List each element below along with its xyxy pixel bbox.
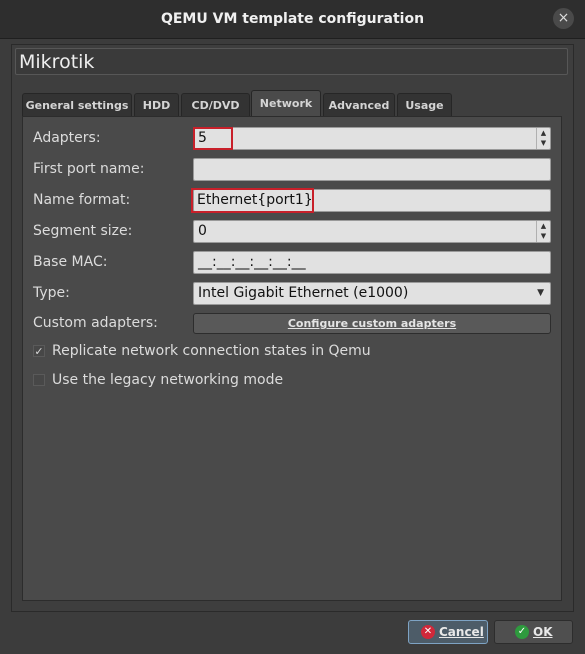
first-port-name-input[interactable] [193,158,551,181]
adapters-label: Adapters: [33,130,101,146]
tab-advanced[interactable]: Advanced [323,93,395,116]
ok-button[interactable]: ✓ OK [494,620,573,644]
cancel-icon: ✕ [421,625,435,639]
close-icon[interactable]: × [553,8,574,29]
legacy-networking-checkbox[interactable] [33,374,45,386]
tab-cd-dvd[interactable]: CD/DVD [181,93,250,116]
template-name-field[interactable]: Mikrotik [15,48,568,75]
type-label: Type: [33,285,70,301]
configure-custom-adapters-button[interactable]: Configure custom adapters [193,313,551,334]
name-format-label: Name format: [33,192,131,208]
name-format-highlight [191,188,314,213]
custom-adapters-label: Custom adapters: [33,315,158,331]
window-title: QEMU VM template configuration [160,11,425,27]
tab-usage[interactable]: Usage [397,93,452,116]
spin-down-icon[interactable]: ▼ [537,138,550,148]
checkmark-icon: ✓ [515,625,529,639]
adapters-stepper[interactable]: ▲ ▼ [536,128,550,149]
replicate-states-option[interactable]: ✓ Replicate network connection states in… [33,343,373,361]
legacy-networking-label: Use the legacy networking mode [52,372,284,388]
segment-size-value: 0 [198,223,207,239]
tab-network[interactable]: Network [251,90,321,116]
adapter-type-select[interactable]: Intel Gigabit Ethernet (e1000) ▼ [193,282,551,305]
spin-up-icon[interactable]: ▲ [537,221,550,231]
chevron-down-icon[interactable]: ▼ [537,283,544,304]
replicate-states-checkbox[interactable]: ✓ [33,345,45,357]
adapters-spinbox[interactable]: 5 ▲ ▼ [193,127,551,150]
segment-size-spinbox[interactable]: 0 ▲ ▼ [193,220,551,243]
configure-custom-adapters-label: Configure custom adapters [287,317,457,330]
legacy-networking-option[interactable]: Use the legacy networking mode [33,372,293,390]
segment-size-stepper[interactable]: ▲ ▼ [536,221,550,242]
tab-general-settings[interactable]: General settings [22,93,132,116]
first-port-name-label: First port name: [33,161,145,177]
cancel-button[interactable]: ✕ Cancel [408,620,488,644]
base-mac-input[interactable]: __:__:__:__:__:__ [193,251,551,274]
adapter-type-value: Intel Gigabit Ethernet (e1000) [198,285,409,301]
title-bar: QEMU VM template configuration × [0,0,585,39]
replicate-states-label: Replicate network connection states in Q… [52,343,371,359]
tab-hdd[interactable]: HDD [134,93,179,116]
cancel-label: Cancel [439,625,484,639]
base-mac-label: Base MAC: [33,254,108,270]
spin-up-icon[interactable]: ▲ [537,128,550,138]
spin-down-icon[interactable]: ▼ [537,231,550,241]
adapters-highlight [193,127,233,150]
ok-label: OK [533,625,553,639]
segment-size-label: Segment size: [33,223,133,239]
